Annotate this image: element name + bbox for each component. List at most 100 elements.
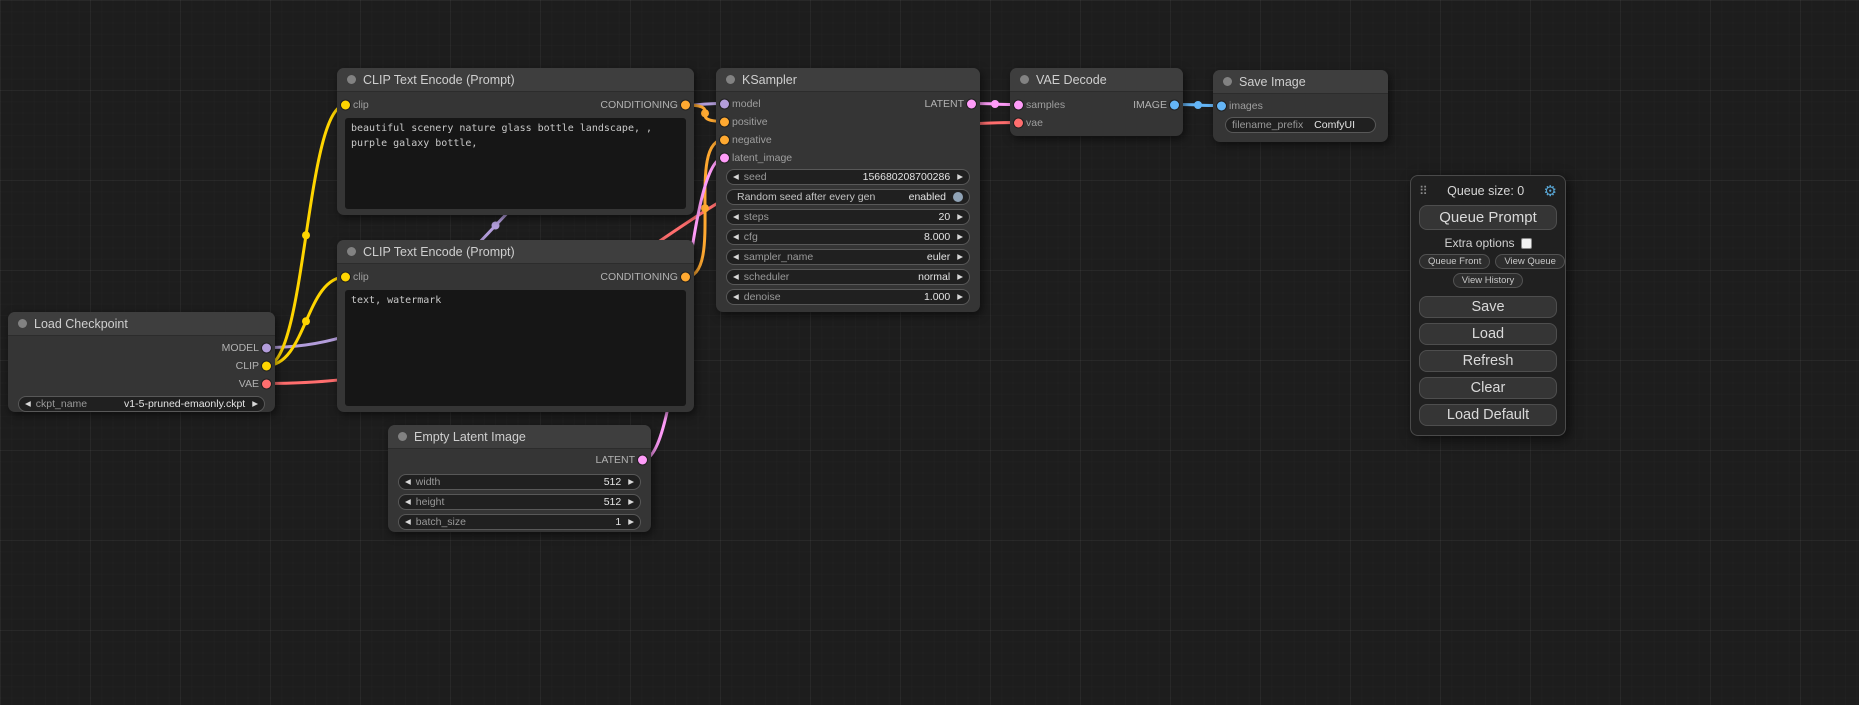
prev-value-arrow-icon[interactable]: ◀ <box>733 213 739 221</box>
node-title-bar[interactable]: VAE Decode <box>1010 68 1183 92</box>
prompt-textarea[interactable]: beautiful scenery nature glass bottle la… <box>345 118 686 209</box>
extra-options-row: Extra options <box>1419 236 1557 250</box>
slot-label: LATENT <box>596 454 635 466</box>
input-port[interactable] <box>341 273 350 282</box>
node-collapse-dot-icon[interactable] <box>1020 75 1029 84</box>
node-clip-text-encode-negative[interactable]: CLIP Text Encode (Prompt) clip CONDITION… <box>337 240 694 412</box>
save-button[interactable]: Save <box>1419 296 1557 318</box>
link-midpoint-dot <box>701 204 709 212</box>
refresh-button[interactable]: Refresh <box>1419 350 1557 372</box>
widget-width[interactable]: ◀ width 512 ▶ <box>398 474 641 490</box>
widget-seed[interactable]: ◀ seed 156680208700286 ▶ <box>726 169 970 185</box>
next-value-arrow-icon[interactable]: ▶ <box>252 400 258 408</box>
next-value-arrow-icon[interactable]: ▶ <box>957 173 963 181</box>
input-port[interactable] <box>720 117 729 126</box>
next-value-arrow-icon[interactable]: ▶ <box>628 478 634 486</box>
next-value-arrow-icon[interactable]: ▶ <box>957 233 963 241</box>
load-default-button[interactable]: Load Default <box>1419 404 1557 426</box>
node-clip-text-encode-positive[interactable]: CLIP Text Encode (Prompt) clip CONDITION… <box>337 68 694 215</box>
next-value-arrow-icon[interactable]: ▶ <box>628 498 634 506</box>
output-port[interactable] <box>262 343 271 352</box>
node-title-bar[interactable]: CLIP Text Encode (Prompt) <box>337 240 694 264</box>
node-vae-decode[interactable]: VAE Decode samples IMAGE vae <box>1010 68 1183 136</box>
widget-filename-prefix[interactable]: filename_prefix ComfyUI <box>1225 117 1376 133</box>
next-value-arrow-icon[interactable]: ▶ <box>957 273 963 281</box>
node-title-bar[interactable]: CLIP Text Encode (Prompt) <box>337 68 694 92</box>
prev-value-arrow-icon[interactable]: ◀ <box>733 233 739 241</box>
input-port[interactable] <box>341 101 350 110</box>
toggle-knob[interactable] <box>953 192 963 202</box>
node-collapse-dot-icon[interactable] <box>1223 77 1232 86</box>
prev-value-arrow-icon[interactable]: ◀ <box>405 518 411 526</box>
queue-prompt-button[interactable]: Queue Prompt <box>1419 205 1557 230</box>
node-save-image[interactable]: Save Image images filename_prefix ComfyU… <box>1213 70 1388 142</box>
widget-label: sampler_name <box>744 251 813 263</box>
widget-height[interactable]: ◀ height 512 ▶ <box>398 494 641 510</box>
next-value-arrow-icon[interactable]: ▶ <box>957 253 963 261</box>
slot-label: LATENT <box>925 98 964 110</box>
widget-scheduler[interactable]: ◀ scheduler normal ▶ <box>726 269 970 285</box>
next-value-arrow-icon[interactable]: ▶ <box>957 213 963 221</box>
node-collapse-dot-icon[interactable] <box>726 75 735 84</box>
output-port[interactable] <box>1170 100 1179 109</box>
widget-sampler-name[interactable]: ◀ sampler_name euler ▶ <box>726 249 970 265</box>
widget-label: filename_prefix <box>1232 119 1303 131</box>
prev-value-arrow-icon[interactable]: ◀ <box>405 478 411 486</box>
input-port[interactable] <box>720 135 729 144</box>
link-midpoint-dot <box>302 231 310 239</box>
input-port[interactable] <box>1014 118 1023 127</box>
load-button[interactable]: Load <box>1419 323 1557 345</box>
drag-handle-icon[interactable]: ⠿ <box>1419 184 1428 198</box>
output-port[interactable] <box>681 101 690 110</box>
widget-random-seed-toggle[interactable]: Random seed after every gen enabled <box>726 189 970 205</box>
clear-button[interactable]: Clear <box>1419 377 1557 399</box>
prev-value-arrow-icon[interactable]: ◀ <box>733 173 739 181</box>
node-collapse-dot-icon[interactable] <box>347 247 356 256</box>
widget-batch-size[interactable]: ◀ batch_size 1 ▶ <box>398 514 641 530</box>
widget-value: v1-5-pruned-emaonly.ckpt <box>124 398 245 410</box>
widget-ckpt-name[interactable]: ◀ ckpt_name v1-5-pruned-emaonly.ckpt ▶ <box>18 396 265 412</box>
input-port[interactable] <box>1014 100 1023 109</box>
prev-value-arrow-icon[interactable]: ◀ <box>405 498 411 506</box>
view-queue-button[interactable]: View Queue <box>1495 254 1565 269</box>
input-port[interactable] <box>720 153 729 162</box>
node-title-bar[interactable]: KSampler <box>716 68 980 92</box>
node-title-bar[interactable]: Empty Latent Image <box>388 425 651 449</box>
prompt-textarea[interactable]: text, watermark <box>345 290 686 406</box>
node-empty-latent-image[interactable]: Empty Latent Image LATENT ◀ width 512 ▶ … <box>388 425 651 532</box>
node-collapse-dot-icon[interactable] <box>398 432 407 441</box>
output-port[interactable] <box>638 456 647 465</box>
output-port[interactable] <box>681 273 690 282</box>
output-port[interactable] <box>967 99 976 108</box>
node-collapse-dot-icon[interactable] <box>18 319 27 328</box>
view-history-button[interactable]: View History <box>1453 273 1524 288</box>
link-midpoint-dot <box>991 100 999 108</box>
prev-value-arrow-icon[interactable]: ◀ <box>733 293 739 301</box>
input-slot-negative: negative <box>716 131 980 148</box>
output-port[interactable] <box>262 361 271 370</box>
prev-value-arrow-icon[interactable]: ◀ <box>733 273 739 281</box>
next-value-arrow-icon[interactable]: ▶ <box>628 518 634 526</box>
node-collapse-dot-icon[interactable] <box>347 75 356 84</box>
prev-value-arrow-icon[interactable]: ◀ <box>733 253 739 261</box>
input-port[interactable] <box>1217 101 1226 110</box>
slot-label: negative <box>732 134 772 146</box>
node-title-bar[interactable]: Save Image <box>1213 70 1388 94</box>
widget-label: Random seed after every gen <box>737 191 875 203</box>
next-value-arrow-icon[interactable]: ▶ <box>957 293 963 301</box>
widget-value: 512 <box>604 496 622 508</box>
queue-front-button[interactable]: Queue Front <box>1419 254 1490 269</box>
node-title-bar[interactable]: Load Checkpoint <box>8 312 275 336</box>
widget-cfg[interactable]: ◀ cfg 8.000 ▶ <box>726 229 970 245</box>
widget-label: denoise <box>744 291 781 303</box>
node-ksampler[interactable]: KSampler model LATENT positive negative … <box>716 68 980 312</box>
node-load-checkpoint[interactable]: Load Checkpoint MODEL CLIP VAE ◀ ckpt_na… <box>8 312 275 412</box>
workflow-actions: Save Load Refresh Clear Load Default <box>1419 296 1557 426</box>
input-port[interactable] <box>720 99 729 108</box>
widget-denoise[interactable]: ◀ denoise 1.000 ▶ <box>726 289 970 305</box>
widget-steps[interactable]: ◀ steps 20 ▶ <box>726 209 970 225</box>
output-port[interactable] <box>262 379 271 388</box>
prev-value-arrow-icon[interactable]: ◀ <box>25 400 31 408</box>
extra-options-checkbox[interactable] <box>1521 238 1532 249</box>
settings-gear-icon[interactable]: ⚙ <box>1544 184 1557 199</box>
